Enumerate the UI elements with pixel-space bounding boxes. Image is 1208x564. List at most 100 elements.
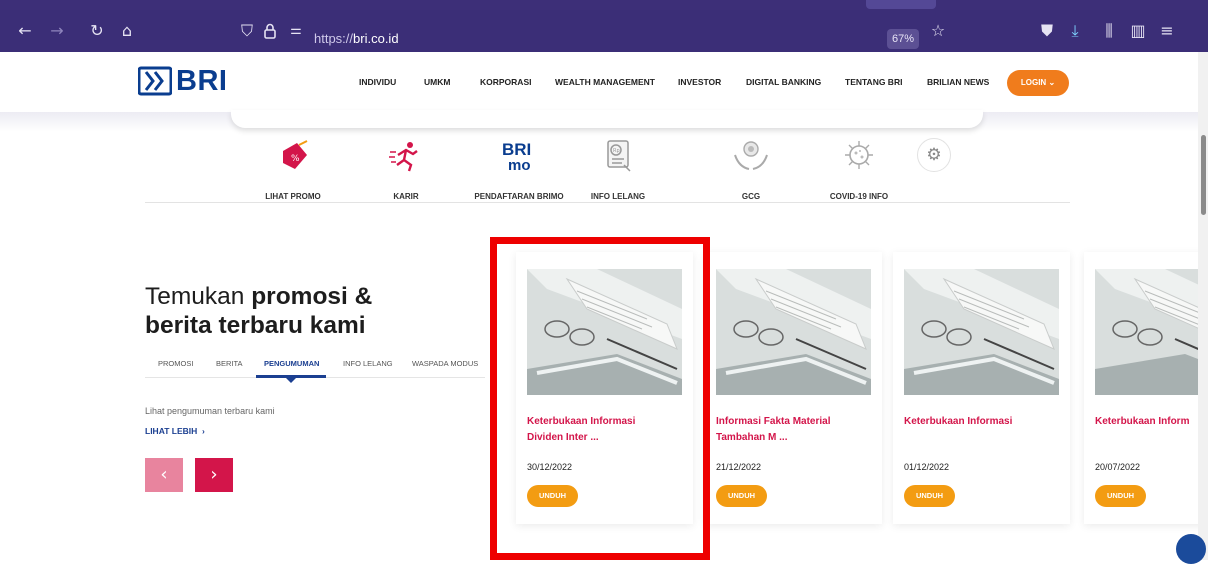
- quick-menu-label: INFO LELANG: [590, 192, 646, 201]
- carousel-prev-button[interactable]: ‹: [145, 458, 183, 492]
- nav-brilian-news[interactable]: BRILIAN NEWS: [927, 77, 989, 87]
- section-divider: [145, 202, 1070, 203]
- zoom-badge[interactable]: 67%: [887, 29, 919, 49]
- tab-waspada-modus[interactable]: WASPADA MODUS: [412, 359, 478, 368]
- tab-promosi[interactable]: PROMOSI: [158, 359, 193, 368]
- card-image: [1095, 269, 1198, 395]
- svg-text:Rp: Rp: [613, 148, 620, 154]
- nav-investor[interactable]: INVESTOR: [678, 77, 721, 87]
- carousel-next-button[interactable]: ›: [195, 458, 233, 492]
- download-button[interactable]: UNDUH: [904, 485, 955, 507]
- nav-individu[interactable]: INDIVIDU: [359, 77, 396, 87]
- download-button[interactable]: UNDUH: [716, 485, 767, 507]
- announcement-card[interactable]: Informasi Fakta Material Tambahan M ... …: [705, 252, 882, 524]
- chevron-down-icon: ⌄: [1048, 78, 1056, 87]
- card-title[interactable]: Keterbukaan Informasi: [904, 414, 1064, 430]
- announcement-card[interactable]: Keterbukaan Informasi 01/12/2022 UNDUH: [893, 252, 1070, 524]
- heading-line1-bold: promosi &: [251, 283, 373, 310]
- chevron-right-icon: ›: [202, 426, 205, 436]
- download-icon[interactable]: ⤓: [1064, 20, 1086, 42]
- login-label: LOGIN: [1020, 78, 1047, 87]
- card-date: 01/12/2022: [904, 462, 950, 472]
- pocket-icon[interactable]: ⛊: [1036, 20, 1058, 42]
- quick-menu-label: LIHAT PROMO: [265, 192, 321, 201]
- bri-logo-mark-icon: [138, 66, 172, 96]
- announcement-card[interactable]: Keterbukaan Inform 20/07/2022 UNDUH: [1084, 252, 1198, 524]
- section-heading: Temukan promosi & berita terbaru kami: [145, 282, 372, 340]
- lelang-document-icon: Rp: [607, 140, 631, 172]
- active-tab-caret: [286, 378, 296, 383]
- promo-tag-icon: %: [283, 140, 308, 169]
- url-text[interactable]: https://bri.co.id: [314, 31, 399, 46]
- logo-text: BRI: [176, 64, 228, 97]
- card-title-line1: Informasi Fakta Material: [716, 416, 831, 427]
- bri-logo[interactable]: BRI: [138, 65, 227, 97]
- url-domain: bri.co.id: [353, 31, 399, 46]
- download-button[interactable]: UNDUH: [527, 485, 578, 507]
- card-title[interactable]: Keterbukaan Informasi Dividen Inter ...: [527, 414, 687, 446]
- quick-menu-info-lelang[interactable]: Rp INFO LELANG: [563, 137, 673, 201]
- tab-strip: [0, 0, 1208, 10]
- sidebar-icon[interactable]: ▥: [1127, 20, 1149, 42]
- download-button[interactable]: UNDUH: [1095, 485, 1146, 507]
- web-page: BRI INDIVIDU UMKM KORPORASI WEALTH MANAG…: [0, 52, 1198, 560]
- brimo-logo-icon: BRI mo: [502, 140, 531, 174]
- nav-tentang-bri[interactable]: TENTANG BRI: [845, 77, 902, 87]
- browser-toolbar: ← → ↻ ⌂ ⛉ ⚌ https://bri.co.id 67% ☆ ⛊ ⤓ …: [0, 10, 1208, 52]
- card-title-line2: Dividen Inter ...: [527, 432, 599, 443]
- search-box[interactable]: [231, 110, 983, 128]
- scrollbar-thumb[interactable]: [1201, 135, 1206, 215]
- permissions-icon[interactable]: ⚌: [285, 20, 307, 42]
- card-title[interactable]: Informasi Fakta Material Tambahan M ...: [716, 414, 876, 446]
- gear-icon[interactable]: ⚙: [917, 138, 951, 172]
- nav-wealth-management[interactable]: WEALTH MANAGEMENT: [555, 77, 655, 87]
- library-icon[interactable]: ⫼: [1098, 20, 1120, 42]
- nav-umkm[interactable]: UMKM: [424, 77, 450, 87]
- quick-menu-label: GCG: [741, 192, 761, 201]
- svg-text:%: %: [291, 154, 300, 164]
- quick-menu-promo[interactable]: % LIHAT PROMO: [238, 137, 348, 201]
- karir-runner-icon: [389, 142, 418, 172]
- see-more-link[interactable]: LIHAT LEBIH ›: [145, 426, 205, 436]
- section-subtext: Lihat pengumuman terbaru kami: [145, 406, 275, 416]
- covid-virus-icon: [845, 141, 873, 169]
- tab-berita[interactable]: BERITA: [216, 359, 243, 368]
- nav-digital-banking[interactable]: DIGITAL BANKING: [746, 77, 821, 87]
- login-button[interactable]: LOGIN ⌄: [1007, 70, 1069, 96]
- shield-icon[interactable]: ⛉: [236, 20, 258, 42]
- back-arrow-icon[interactable]: ←: [14, 20, 36, 42]
- quick-menu-label: KARIR: [393, 192, 419, 201]
- card-date: 20/07/2022: [1095, 462, 1141, 472]
- card-title-line1: Keterbukaan Informasi: [904, 416, 1013, 427]
- tab-info-lelang[interactable]: INFO LELANG: [343, 359, 393, 368]
- quick-menu-brimo[interactable]: BRI mo PENDAFTARAN BRIMO: [464, 137, 574, 201]
- card-title[interactable]: Keterbukaan Inform: [1095, 414, 1198, 430]
- card-title-line1: Keterbukaan Inform: [1095, 416, 1190, 427]
- quick-menu-karir[interactable]: KARIR: [351, 137, 461, 201]
- quick-menu-covid[interactable]: COVID-19 INFO: [804, 137, 914, 201]
- gcg-hands-icon: [734, 141, 768, 170]
- card-title-line2: Tambahan M ...: [716, 432, 788, 443]
- nav-korporasi[interactable]: KORPORASI: [480, 77, 531, 87]
- forward-arrow-icon[interactable]: →: [46, 20, 68, 42]
- lock-icon[interactable]: [259, 20, 281, 42]
- url-prefix: https://: [314, 31, 354, 46]
- svg-text:mo: mo: [508, 157, 531, 174]
- browser-tab[interactable]: [866, 0, 936, 9]
- reload-icon[interactable]: ↻: [86, 20, 108, 42]
- see-more-label: LIHAT LEBIH: [145, 426, 198, 436]
- heading-line1-normal: Temukan: [145, 283, 252, 310]
- quick-menu-label: PENDAFTARAN BRIMO: [474, 192, 564, 201]
- tab-pengumuman[interactable]: PENGUMUMAN: [264, 359, 319, 368]
- menu-icon[interactable]: ≡: [1156, 20, 1178, 42]
- star-icon[interactable]: ☆: [927, 20, 949, 42]
- announcement-card[interactable]: Keterbukaan Informasi Dividen Inter ... …: [516, 252, 693, 524]
- home-icon[interactable]: ⌂: [116, 20, 138, 42]
- page-scrollbar[interactable]: [1198, 52, 1208, 560]
- card-image: [904, 269, 1059, 395]
- heading-line2: berita terbaru kami: [145, 312, 366, 339]
- card-image: [527, 269, 682, 395]
- card-image: [716, 269, 871, 395]
- quick-menu-gcg[interactable]: GCG: [696, 137, 806, 201]
- card-title-line1: Keterbukaan Informasi: [527, 416, 636, 427]
